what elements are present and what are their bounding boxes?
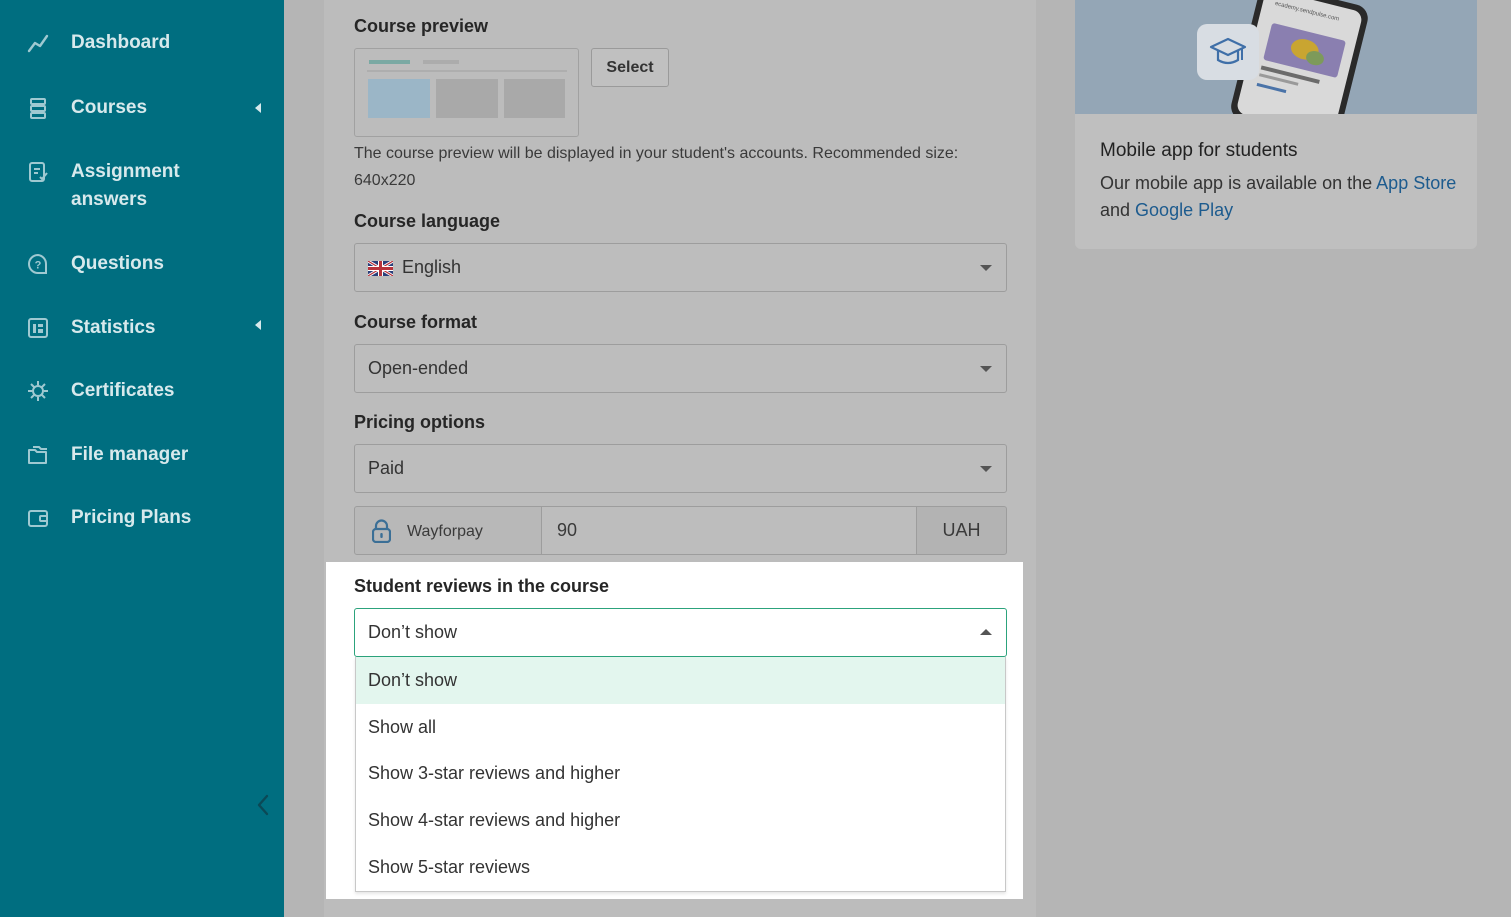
dropdown-option[interactable]: Don’t show [356,657,1005,704]
dropdown-option[interactable]: Show 4-star reviews and higher [356,797,1005,844]
sidebar-item-label: Certificates [71,380,175,401]
mobile-app-text-and: and [1100,200,1136,220]
certificate-gear-icon [28,381,48,401]
chart-line-icon [27,34,49,53]
sidebar-item-label: Dashboard [71,32,171,53]
svg-text:?: ? [35,260,42,272]
question-bubble-icon: ? [28,253,48,274]
caret-left-icon [255,103,261,113]
dropdown-option[interactable]: Show 5-star reviews [356,844,1005,891]
payment-method-label: Wayforpay [407,523,483,540]
course-language-select[interactable]: English [354,243,1007,292]
course-preview-thumbnail [354,48,579,137]
phone-illustration-icon: ecademy.sendpulse.com [1075,0,1477,114]
chevron-down-icon [980,366,992,372]
mobile-app-text: Our mobile app is available on the [1100,173,1377,193]
wallet-icon [28,510,48,527]
chevron-left-icon[interactable] [254,794,272,816]
mobile-app-card: ecademy.sendpulse.com Mobile app for stu… [1075,0,1477,249]
courses-stack-icon [30,98,46,119]
caret-left-icon [255,320,261,330]
sidebar-item-label: Statistics [71,317,156,338]
sidebar-item-label: Pricing Plans [71,507,192,528]
sidebar-item-label-line2: answers [71,189,148,210]
course-language-label: Course language [354,211,501,231]
dropdown-option[interactable]: Show 3-star reviews and higher [356,750,1005,797]
chevron-down-icon [980,265,992,271]
dropdown-option[interactable]: Show all [356,704,1005,751]
sidebar-item-label-line1: Assignment [71,161,180,182]
mobile-app-title: Mobile app for students [1100,140,1298,161]
sidebar-item-label: Courses [71,97,148,118]
app-store-link[interactable]: App Store [1376,173,1456,193]
course-language-value: English [402,257,462,277]
student-reviews-dropdown: Don’t show Show all Show 3-star reviews … [355,657,1006,892]
lock-icon [372,519,391,543]
price-amount-input[interactable] [541,506,917,555]
uk-flag-icon [368,261,393,276]
chevron-down-icon [980,466,992,472]
course-format-value: Open-ended [368,358,469,378]
student-reviews-value: Don’t show [368,622,458,642]
sidebar: Dashboard Courses Assignment answers ? Qu… [0,0,284,917]
student-reviews-label: Student reviews in the course [354,576,610,596]
pricing-options-value: Paid [368,458,405,478]
mobile-app-description: Our mobile app is available on the App S… [1100,170,1460,224]
mobile-app-illustration: ecademy.sendpulse.com [1075,0,1477,114]
course-preview-hint: The course preview will be displayed in … [354,145,959,189]
folder-files-icon [28,446,47,464]
payment-method-selector[interactable]: Wayforpay [354,506,542,555]
select-preview-button[interactable]: Select [591,48,669,87]
pricing-options-label: Pricing options [354,412,486,432]
preview-placeholder-icon [367,60,567,118]
course-format-select[interactable]: Open-ended [354,344,1007,393]
statistics-panel-icon [28,318,48,338]
currency-label: UAH [916,506,1007,555]
pricing-options-select[interactable]: Paid [354,444,1007,493]
google-play-link[interactable]: Google Play [1135,200,1233,220]
sidebar-item-label: Questions [71,253,164,274]
course-format-label: Course format [354,312,478,332]
price-input-group: Wayforpay UAH [354,506,1007,555]
course-preview-label: Course preview [354,16,489,36]
chevron-up-icon [980,629,992,635]
sidebar-item-label: File manager [71,444,189,465]
sidebar-item-label: Assignment answers [71,158,180,214]
assignment-doc-icon [29,162,48,182]
student-reviews-select[interactable]: Don’t show [354,608,1007,657]
